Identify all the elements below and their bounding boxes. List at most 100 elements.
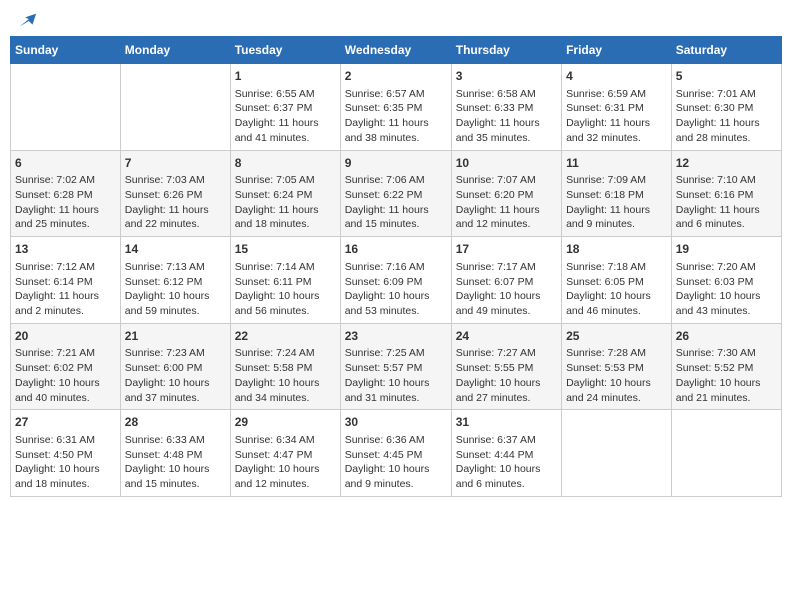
day-number: 5 [676,68,777,85]
day-detail: Sunrise: 6:58 AM Sunset: 6:33 PM Dayligh… [456,87,557,146]
day-number: 6 [15,155,116,172]
calendar-cell: 4Sunrise: 6:59 AM Sunset: 6:31 PM Daylig… [562,64,672,151]
weekday-header-row: SundayMondayTuesdayWednesdayThursdayFrid… [11,37,782,64]
calendar-cell: 11Sunrise: 7:09 AM Sunset: 6:18 PM Dayli… [562,150,672,237]
calendar-cell: 17 Sunrise: 7:17 AM Sunset: 6:07 PM Dayli… [451,237,561,324]
day-number: 11 [566,155,667,172]
day-number: 13 [15,241,116,258]
calendar-cell: 31 Sunrise: 6:37 AM Sunset: 4:44 PM Dayli… [451,410,561,497]
calendar-cell: 20Sunrise: 7:21 AM Sunset: 6:02 PM Dayli… [11,323,121,410]
day-number: 7 [125,155,226,172]
calendar-cell: 13Sunrise: 7:12 AM Sunset: 6:14 PM Dayli… [11,237,121,324]
calendar-cell [120,64,230,151]
day-number: 12 [676,155,777,172]
calendar-cell: 3 Sunrise: 6:58 AM Sunset: 6:33 PM Daylig… [451,64,561,151]
calendar-week-1: 1Sunrise: 6:55 AM Sunset: 6:37 PM Daylig… [11,64,782,151]
weekday-header-wednesday: Wednesday [340,37,451,64]
calendar-cell: 8Sunrise: 7:05 AM Sunset: 6:24 PM Daylig… [230,150,340,237]
calendar-cell: 26Sunrise: 7:30 AM Sunset: 5:52 PM Dayli… [671,323,781,410]
day-detail: Sunrise: 7:06 AM Sunset: 6:22 PM Dayligh… [345,173,447,232]
day-detail: Sunrise: 7:13 AM Sunset: 6:12 PM Dayligh… [125,260,226,319]
calendar-table: SundayMondayTuesdayWednesdayThursdayFrid… [10,36,782,497]
day-detail: Sunrise: 6:59 AM Sunset: 6:31 PM Dayligh… [566,87,667,146]
day-number: 31 [456,414,557,431]
calendar-week-4: 20Sunrise: 7:21 AM Sunset: 6:02 PM Dayli… [11,323,782,410]
day-number: 8 [235,155,336,172]
calendar-cell: 12Sunrise: 7:10 AM Sunset: 6:16 PM Dayli… [671,150,781,237]
day-number: 19 [676,241,777,258]
calendar-cell: 10Sunrise: 7:07 AM Sunset: 6:20 PM Dayli… [451,150,561,237]
day-number: 28 [125,414,226,431]
calendar-cell: 18Sunrise: 7:18 AM Sunset: 6:05 PM Dayli… [562,237,672,324]
day-detail: Sunrise: 7:25 AM Sunset: 5:57 PM Dayligh… [345,346,447,405]
day-detail: Sunrise: 6:57 AM Sunset: 6:35 PM Dayligh… [345,87,447,146]
day-number: 18 [566,241,667,258]
logo [14,10,38,28]
day-number: 25 [566,328,667,345]
calendar-week-2: 6Sunrise: 7:02 AM Sunset: 6:28 PM Daylig… [11,150,782,237]
calendar-cell: 30Sunrise: 6:36 AM Sunset: 4:45 PM Dayli… [340,410,451,497]
day-detail: Sunrise: 7:21 AM Sunset: 6:02 PM Dayligh… [15,346,116,405]
day-number: 14 [125,241,226,258]
calendar-cell: 24Sunrise: 7:27 AM Sunset: 5:55 PM Dayli… [451,323,561,410]
page-header [10,10,782,28]
calendar-cell [671,410,781,497]
weekday-header-thursday: Thursday [451,37,561,64]
calendar-cell: 6Sunrise: 7:02 AM Sunset: 6:28 PM Daylig… [11,150,121,237]
day-detail: Sunrise: 6:31 AM Sunset: 4:50 PM Dayligh… [15,433,116,492]
calendar-cell: 19 Sunrise: 7:20 AM Sunset: 6:03 PM Dayli… [671,237,781,324]
calendar-cell: 14 Sunrise: 7:13 AM Sunset: 6:12 PM Dayli… [120,237,230,324]
calendar-cell: 29 Sunrise: 6:34 AM Sunset: 4:47 PM Dayli… [230,410,340,497]
day-number: 17 [456,241,557,258]
day-detail: Sunrise: 7:16 AM Sunset: 6:09 PM Dayligh… [345,260,447,319]
day-detail: Sunrise: 6:37 AM Sunset: 4:44 PM Dayligh… [456,433,557,492]
day-number: 9 [345,155,447,172]
day-number: 16 [345,241,447,258]
calendar-cell: 28Sunrise: 6:33 AM Sunset: 4:48 PM Dayli… [120,410,230,497]
day-number: 26 [676,328,777,345]
calendar-cell: 16 Sunrise: 7:16 AM Sunset: 6:09 PM Dayli… [340,237,451,324]
day-detail: Sunrise: 7:05 AM Sunset: 6:24 PM Dayligh… [235,173,336,232]
day-detail: Sunrise: 7:03 AM Sunset: 6:26 PM Dayligh… [125,173,226,232]
day-number: 30 [345,414,447,431]
calendar-cell: 9Sunrise: 7:06 AM Sunset: 6:22 PM Daylig… [340,150,451,237]
calendar-cell: 1Sunrise: 6:55 AM Sunset: 6:37 PM Daylig… [230,64,340,151]
day-number: 10 [456,155,557,172]
day-number: 29 [235,414,336,431]
day-detail: Sunrise: 6:34 AM Sunset: 4:47 PM Dayligh… [235,433,336,492]
day-detail: Sunrise: 7:17 AM Sunset: 6:07 PM Dayligh… [456,260,557,319]
weekday-header-sunday: Sunday [11,37,121,64]
day-number: 24 [456,328,557,345]
day-detail: Sunrise: 7:28 AM Sunset: 5:53 PM Dayligh… [566,346,667,405]
day-detail: Sunrise: 7:09 AM Sunset: 6:18 PM Dayligh… [566,173,667,232]
day-detail: Sunrise: 7:30 AM Sunset: 5:52 PM Dayligh… [676,346,777,405]
day-detail: Sunrise: 7:27 AM Sunset: 5:55 PM Dayligh… [456,346,557,405]
weekday-header-saturday: Saturday [671,37,781,64]
day-detail: Sunrise: 7:02 AM Sunset: 6:28 PM Dayligh… [15,173,116,232]
weekday-header-tuesday: Tuesday [230,37,340,64]
day-detail: Sunrise: 7:01 AM Sunset: 6:30 PM Dayligh… [676,87,777,146]
day-detail: Sunrise: 7:10 AM Sunset: 6:16 PM Dayligh… [676,173,777,232]
day-number: 27 [15,414,116,431]
calendar-cell: 23Sunrise: 7:25 AM Sunset: 5:57 PM Dayli… [340,323,451,410]
day-detail: Sunrise: 6:55 AM Sunset: 6:37 PM Dayligh… [235,87,336,146]
day-number: 3 [456,68,557,85]
calendar-week-3: 13Sunrise: 7:12 AM Sunset: 6:14 PM Dayli… [11,237,782,324]
calendar-cell: 25Sunrise: 7:28 AM Sunset: 5:53 PM Dayli… [562,323,672,410]
calendar-cell: 15Sunrise: 7:14 AM Sunset: 6:11 PM Dayli… [230,237,340,324]
calendar-week-5: 27 Sunrise: 6:31 AM Sunset: 4:50 PM Dayli… [11,410,782,497]
calendar-cell: 22Sunrise: 7:24 AM Sunset: 5:58 PM Dayli… [230,323,340,410]
day-number: 2 [345,68,447,85]
calendar-cell: 21Sunrise: 7:23 AM Sunset: 6:00 PM Dayli… [120,323,230,410]
day-detail: Sunrise: 7:24 AM Sunset: 5:58 PM Dayligh… [235,346,336,405]
day-detail: Sunrise: 7:07 AM Sunset: 6:20 PM Dayligh… [456,173,557,232]
calendar-cell [11,64,121,151]
day-number: 20 [15,328,116,345]
day-detail: Sunrise: 7:23 AM Sunset: 6:00 PM Dayligh… [125,346,226,405]
day-number: 23 [345,328,447,345]
weekday-header-friday: Friday [562,37,672,64]
calendar-cell: 5 Sunrise: 7:01 AM Sunset: 6:30 PM Daylig… [671,64,781,151]
day-number: 21 [125,328,226,345]
day-detail: Sunrise: 7:20 AM Sunset: 6:03 PM Dayligh… [676,260,777,319]
day-number: 22 [235,328,336,345]
